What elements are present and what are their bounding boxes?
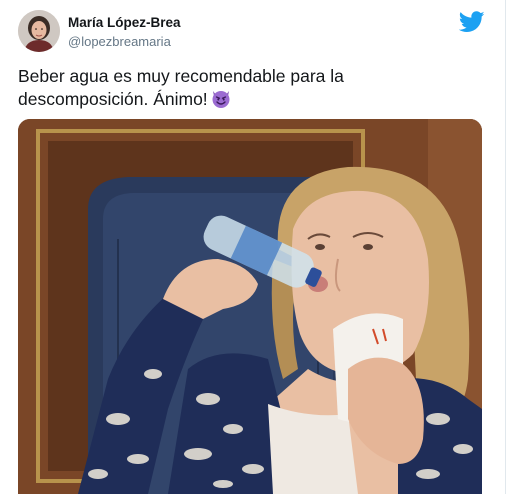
- author-handle[interactable]: @lopezbreamaria: [68, 34, 171, 49]
- avatar[interactable]: [18, 10, 60, 52]
- tweet-card: María López-Brea @lopezbreamaria Beber a…: [0, 0, 506, 494]
- smiling-imp-emoji-icon: [210, 87, 232, 109]
- twitter-bird-icon[interactable]: [458, 11, 485, 33]
- tweet-text: Beber agua es muy recomendable para la d…: [18, 65, 488, 110]
- tweet-text-line-2-text: descomposición. Ánimo!: [18, 89, 208, 109]
- author-name[interactable]: María López-Brea: [68, 15, 181, 30]
- tweet-text-line-1: Beber agua es muy recomendable para la: [18, 66, 344, 86]
- tweet-text-line-2: descomposición. Ánimo!: [18, 87, 488, 110]
- tweet-photo[interactable]: [18, 119, 482, 494]
